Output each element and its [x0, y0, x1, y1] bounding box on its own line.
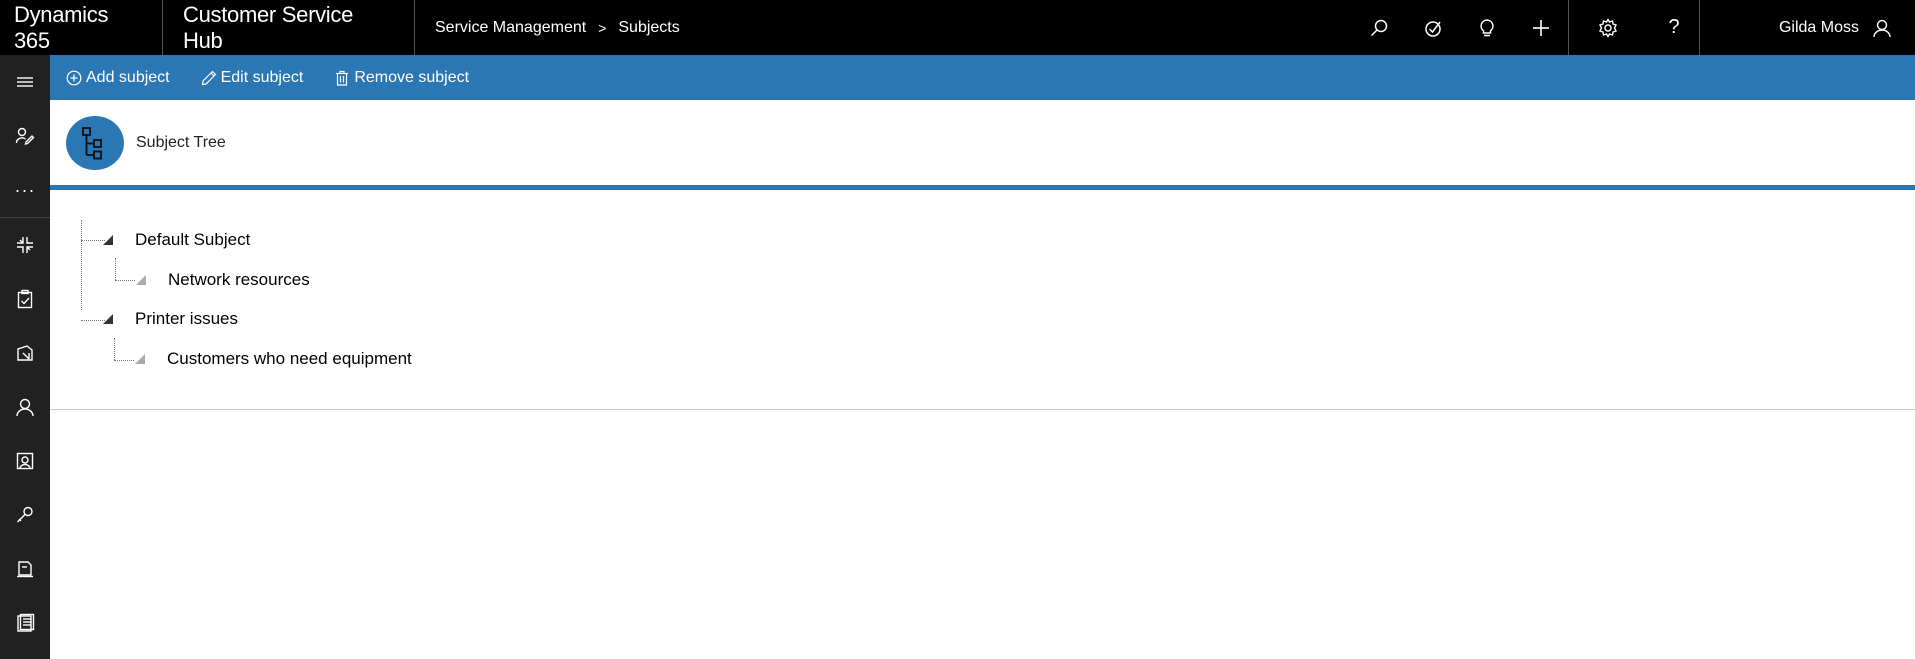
user-divider: [1699, 0, 1700, 55]
add-subject-button[interactable]: Add subject: [66, 69, 170, 87]
tree-connector: [81, 240, 105, 241]
user-icon: [1873, 19, 1891, 37]
tree-node-customers-who-need-equipment[interactable]: Customers who need equipment: [135, 347, 412, 371]
leaf-triangle-icon: [136, 275, 146, 285]
subject-tree-icon: [66, 115, 124, 170]
expand-triangle-icon[interactable]: [103, 314, 113, 324]
remove-subject-label: Remove subject: [354, 68, 470, 86]
tree-connector: [114, 360, 134, 361]
top-nav-bar: Dynamics 365 Customer Service Hub Servic…: [0, 0, 1915, 55]
expand-triangle-icon[interactable]: [103, 235, 113, 245]
edit-subject-button[interactable]: Edit subject: [201, 68, 304, 87]
breadcrumb-area[interactable]: Service Management: [435, 19, 586, 37]
tree-node-label: Printer issues: [135, 309, 238, 328]
tree-connector: [115, 280, 135, 281]
page-title: Subject Tree: [136, 133, 226, 151]
pencil-icon: [201, 70, 216, 85]
dashboard-icon[interactable]: [0, 218, 50, 272]
tree-node-default-subject[interactable]: Default Subject: [103, 228, 250, 252]
hamburger-icon[interactable]: [0, 55, 50, 109]
pinned-icon[interactable]: [0, 109, 50, 163]
contacts-icon[interactable]: [0, 380, 50, 434]
top-icons: ?: [1352, 0, 1701, 55]
plus-icon[interactable]: [1514, 0, 1568, 55]
tools-icon[interactable]: [0, 488, 50, 542]
breadcrumb-separator: >: [598, 19, 607, 36]
help-icon[interactable]: ?: [1647, 0, 1701, 55]
breadcrumb: Service Management > Subjects: [415, 0, 680, 55]
more-icon[interactable]: ···: [0, 163, 50, 217]
user-name: Gilda Moss: [1778, 18, 1859, 36]
lightbulb-icon[interactable]: [1460, 0, 1514, 55]
user-menu[interactable]: Gilda Moss: [1779, 0, 1915, 55]
search-icon[interactable]: [1352, 0, 1406, 55]
tree-node-label: Customers who need equipment: [167, 349, 412, 368]
trash-icon: [336, 70, 349, 86]
tree-bottom-rule: [50, 409, 1915, 410]
left-rail: ···: [0, 55, 50, 659]
add-subject-label: Add subject: [86, 68, 170, 86]
tree-node-network-resources[interactable]: Network resources: [136, 268, 310, 292]
breadcrumb-page[interactable]: Subjects: [618, 19, 679, 37]
brand-title[interactable]: Dynamics 365: [0, 0, 163, 55]
edit-subject-label: Edit subject: [220, 68, 304, 86]
social-profiles-icon[interactable]: [0, 434, 50, 488]
settings-icon[interactable]: [1569, 0, 1647, 55]
tree-node-printer-issues[interactable]: Printer issues: [103, 307, 238, 331]
remove-subject-button[interactable]: Remove subject: [334, 69, 469, 87]
add-circle-icon: [66, 70, 82, 85]
command-bar: Add subject Edit subject Remove subject: [50, 55, 1915, 100]
tree-connector: [81, 220, 82, 310]
subject-tree: Default Subject Network resources Printe…: [50, 190, 1915, 409]
tree-connector: [115, 258, 116, 280]
tree-node-label: Network resources: [168, 270, 310, 289]
app-name[interactable]: Customer Service Hub: [163, 0, 415, 55]
activities-icon[interactable]: [0, 272, 50, 326]
reports-icon[interactable]: [0, 596, 50, 650]
page-header: Subject Tree: [50, 100, 1915, 185]
tree-connector: [114, 338, 115, 360]
leaf-triangle-icon: [135, 354, 145, 364]
tree-node-label: Default Subject: [135, 230, 251, 249]
task-icon[interactable]: [1406, 0, 1460, 55]
tree-connector: [81, 320, 105, 321]
accounts-icon[interactable]: [0, 326, 50, 380]
knowledge-icon[interactable]: [0, 542, 50, 596]
